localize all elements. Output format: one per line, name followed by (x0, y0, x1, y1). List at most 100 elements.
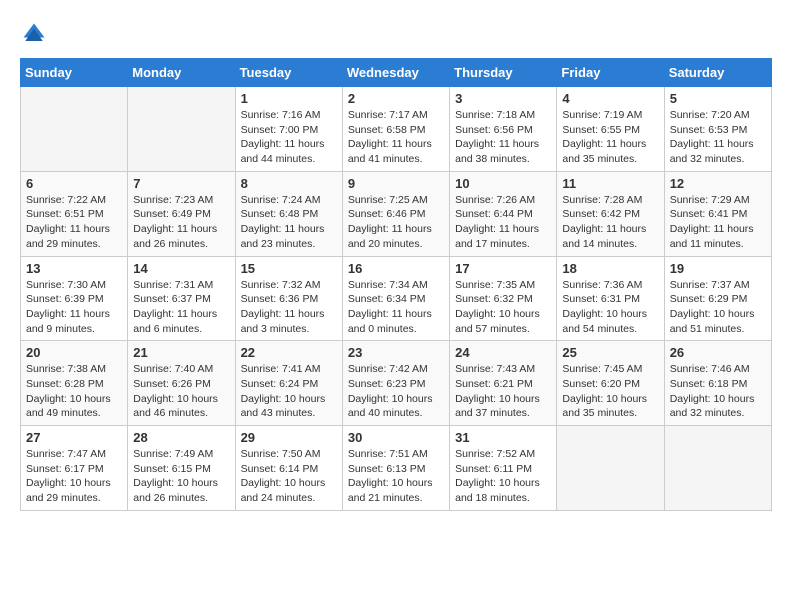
day-number: 19 (670, 261, 766, 276)
day-info: Sunrise: 7:37 AMSunset: 6:29 PMDaylight:… (670, 278, 766, 337)
calendar-cell: 23 Sunrise: 7:42 AMSunset: 6:23 PMDayligh… (342, 341, 449, 426)
calendar-cell: 13Sunrise: 7:30 AMSunset: 6:39 PMDayligh… (21, 256, 128, 341)
day-number: 18 (562, 261, 658, 276)
day-info: Sunrise: 7:52 AMSunset: 6:11 PMDaylight:… (455, 447, 551, 506)
day-info: Sunrise: 7:24 AMSunset: 6:48 PMDaylight:… (241, 193, 337, 252)
calendar-cell: 16 Sunrise: 7:34 AMSunset: 6:34 PMDayligh… (342, 256, 449, 341)
calendar-cell: 27Sunrise: 7:47 AMSunset: 6:17 PMDayligh… (21, 426, 128, 511)
day-info: Sunrise: 7:49 AMSunset: 6:15 PMDaylight:… (133, 447, 229, 506)
calendar-cell: 21 Sunrise: 7:40 AMSunset: 6:26 PMDayligh… (128, 341, 235, 426)
page-header (20, 20, 772, 48)
day-number: 29 (241, 430, 337, 445)
day-info: Sunrise: 7:17 AMSunset: 6:58 PMDaylight:… (348, 108, 444, 167)
header-sunday: Sunday (21, 59, 128, 87)
calendar-cell (21, 87, 128, 172)
calendar-cell: 22 Sunrise: 7:41 AMSunset: 6:24 PMDayligh… (235, 341, 342, 426)
calendar-cell: 18 Sunrise: 7:36 AMSunset: 6:31 PMDayligh… (557, 256, 664, 341)
calendar-cell: 29 Sunrise: 7:50 AMSunset: 6:14 PMDayligh… (235, 426, 342, 511)
calendar-cell: 17 Sunrise: 7:35 AMSunset: 6:32 PMDayligh… (450, 256, 557, 341)
day-info: Sunrise: 7:34 AMSunset: 6:34 PMDaylight:… (348, 278, 444, 337)
calendar-cell (664, 426, 771, 511)
calendar-header-row: SundayMondayTuesdayWednesdayThursdayFrid… (21, 59, 772, 87)
calendar-cell: 25 Sunrise: 7:45 AMSunset: 6:20 PMDayligh… (557, 341, 664, 426)
day-number: 30 (348, 430, 444, 445)
calendar-cell: 20 Sunrise: 7:38 AMSunset: 6:28 PMDayligh… (21, 341, 128, 426)
week-row-1: 1 Sunrise: 7:16 AMSunset: 7:00 PMDaylight… (21, 87, 772, 172)
day-number: 14 (133, 261, 229, 276)
week-row-2: 6 Sunrise: 7:22 AMSunset: 6:51 PMDaylight… (21, 171, 772, 256)
day-info: Sunrise: 7:36 AMSunset: 6:31 PMDaylight:… (562, 278, 658, 337)
calendar-cell: 28 Sunrise: 7:49 AMSunset: 6:15 PMDayligh… (128, 426, 235, 511)
day-info: Sunrise: 7:50 AMSunset: 6:14 PMDaylight:… (241, 447, 337, 506)
day-number: 22 (241, 345, 337, 360)
day-info: Sunrise: 7:28 AMSunset: 6:42 PMDaylight:… (562, 193, 658, 252)
day-info: Sunrise: 7:40 AMSunset: 6:26 PMDaylight:… (133, 362, 229, 421)
header-tuesday: Tuesday (235, 59, 342, 87)
day-number: 9 (348, 176, 444, 191)
day-info: Sunrise: 7:35 AMSunset: 6:32 PMDaylight:… (455, 278, 551, 337)
week-row-3: 13Sunrise: 7:30 AMSunset: 6:39 PMDayligh… (21, 256, 772, 341)
day-info: Sunrise: 7:46 AMSunset: 6:18 PMDaylight:… (670, 362, 766, 421)
calendar-cell: 9 Sunrise: 7:25 AMSunset: 6:46 PMDaylight… (342, 171, 449, 256)
calendar-cell: 5 Sunrise: 7:20 AMSunset: 6:53 PMDaylight… (664, 87, 771, 172)
day-number: 16 (348, 261, 444, 276)
day-info: Sunrise: 7:42 AMSunset: 6:23 PMDaylight:… (348, 362, 444, 421)
calendar-table: SundayMondayTuesdayWednesdayThursdayFrid… (20, 58, 772, 511)
day-info: Sunrise: 7:25 AMSunset: 6:46 PMDaylight:… (348, 193, 444, 252)
calendar-cell: 7Sunrise: 7:23 AMSunset: 6:49 PMDaylight… (128, 171, 235, 256)
calendar-cell: 8 Sunrise: 7:24 AMSunset: 6:48 PMDaylight… (235, 171, 342, 256)
week-row-5: 27Sunrise: 7:47 AMSunset: 6:17 PMDayligh… (21, 426, 772, 511)
day-number: 12 (670, 176, 766, 191)
calendar-cell: 6 Sunrise: 7:22 AMSunset: 6:51 PMDaylight… (21, 171, 128, 256)
day-number: 1 (241, 91, 337, 106)
day-number: 31 (455, 430, 551, 445)
day-info: Sunrise: 7:18 AMSunset: 6:56 PMDaylight:… (455, 108, 551, 167)
header-monday: Monday (128, 59, 235, 87)
header-friday: Friday (557, 59, 664, 87)
calendar-body: 1 Sunrise: 7:16 AMSunset: 7:00 PMDaylight… (21, 87, 772, 511)
day-info: Sunrise: 7:43 AMSunset: 6:21 PMDaylight:… (455, 362, 551, 421)
day-info: Sunrise: 7:32 AMSunset: 6:36 PMDaylight:… (241, 278, 337, 337)
day-info: Sunrise: 7:45 AMSunset: 6:20 PMDaylight:… (562, 362, 658, 421)
day-info: Sunrise: 7:20 AMSunset: 6:53 PMDaylight:… (670, 108, 766, 167)
day-info: Sunrise: 7:16 AMSunset: 7:00 PMDaylight:… (241, 108, 337, 167)
day-info: Sunrise: 7:26 AMSunset: 6:44 PMDaylight:… (455, 193, 551, 252)
day-number: 5 (670, 91, 766, 106)
day-info: Sunrise: 7:31 AMSunset: 6:37 PMDaylight:… (133, 278, 229, 337)
calendar-cell: 4Sunrise: 7:19 AMSunset: 6:55 PMDaylight… (557, 87, 664, 172)
day-number: 20 (26, 345, 122, 360)
day-number: 7 (133, 176, 229, 191)
day-number: 4 (562, 91, 658, 106)
day-number: 17 (455, 261, 551, 276)
header-wednesday: Wednesday (342, 59, 449, 87)
header-saturday: Saturday (664, 59, 771, 87)
calendar-cell: 3Sunrise: 7:18 AMSunset: 6:56 PMDaylight… (450, 87, 557, 172)
day-number: 8 (241, 176, 337, 191)
day-number: 11 (562, 176, 658, 191)
day-info: Sunrise: 7:41 AMSunset: 6:24 PMDaylight:… (241, 362, 337, 421)
calendar-cell: 2Sunrise: 7:17 AMSunset: 6:58 PMDaylight… (342, 87, 449, 172)
calendar-cell: 10 Sunrise: 7:26 AMSunset: 6:44 PMDayligh… (450, 171, 557, 256)
day-info: Sunrise: 7:51 AMSunset: 6:13 PMDaylight:… (348, 447, 444, 506)
day-number: 24 (455, 345, 551, 360)
day-number: 23 (348, 345, 444, 360)
calendar-cell: 31 Sunrise: 7:52 AMSunset: 6:11 PMDayligh… (450, 426, 557, 511)
calendar-cell (128, 87, 235, 172)
day-number: 21 (133, 345, 229, 360)
day-info: Sunrise: 7:29 AMSunset: 6:41 PMDaylight:… (670, 193, 766, 252)
day-number: 25 (562, 345, 658, 360)
logo-icon (20, 20, 48, 48)
day-number: 28 (133, 430, 229, 445)
week-row-4: 20 Sunrise: 7:38 AMSunset: 6:28 PMDayligh… (21, 341, 772, 426)
calendar-cell (557, 426, 664, 511)
day-number: 10 (455, 176, 551, 191)
day-info: Sunrise: 7:30 AMSunset: 6:39 PMDaylight:… (26, 278, 122, 337)
calendar-cell: 12 Sunrise: 7:29 AMSunset: 6:41 PMDayligh… (664, 171, 771, 256)
day-info: Sunrise: 7:38 AMSunset: 6:28 PMDaylight:… (26, 362, 122, 421)
day-number: 26 (670, 345, 766, 360)
calendar-cell: 15 Sunrise: 7:32 AMSunset: 6:36 PMDayligh… (235, 256, 342, 341)
logo (20, 20, 52, 48)
day-number: 6 (26, 176, 122, 191)
day-number: 15 (241, 261, 337, 276)
day-info: Sunrise: 7:22 AMSunset: 6:51 PMDaylight:… (26, 193, 122, 252)
